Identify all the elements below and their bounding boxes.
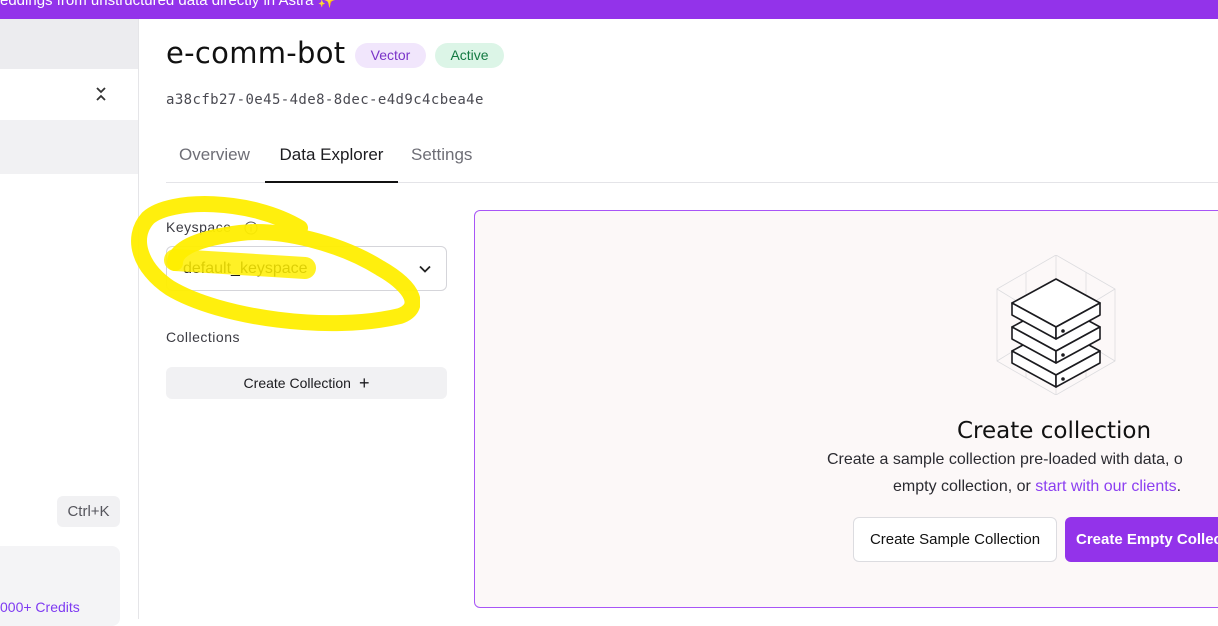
vector-badge: Vector [355,43,426,68]
banner-text: eddings from unstructured data directly … [0,0,337,9]
credits-link[interactable]: 000+ Credits [0,599,80,615]
clients-link[interactable]: start with our clients [1035,478,1176,495]
database-id: a38cfb27-0e45-4de8-8dec-e4d9c4cbea4e [166,92,484,108]
create-sample-collection-button[interactable]: Create Sample Collection [853,517,1057,562]
sidebar: Ctrl+K 000+ Credits [0,19,139,626]
sidebar-active-item[interactable] [0,120,138,174]
search-shortcut-badge[interactable]: Ctrl+K [57,496,120,527]
tab-settings[interactable]: Settings [411,142,472,183]
create-collection-label: Create Collection [243,375,351,391]
sidebar-header [0,19,138,69]
description-prefix: empty collection, or [893,478,1036,495]
chevron-up-down-icon[interactable] [94,83,108,105]
chevron-down-icon [419,265,431,273]
collections-label: Collections [166,329,240,345]
empty-state-description: Create a sample collection pre-loaded wi… [827,451,1183,468]
keyspace-select[interactable]: default_keyspace [166,246,447,291]
tab-bar: Overview Data Explorer Settings [166,142,1218,183]
create-empty-collection-button[interactable]: Create Empty Collec [1065,517,1218,562]
keyspace-label: Keyspace [166,219,232,235]
create-collection-button[interactable]: Create Collection + [166,367,447,399]
page-title: e-comm-bot [166,36,346,70]
description-suffix: . [1176,478,1182,495]
empty-state-panel: Create collection Create a sample collec… [474,210,1218,608]
database-stack-icon [996,255,1116,395]
tab-data-explorer[interactable]: Data Explorer [265,142,398,183]
plus-icon: + [358,373,370,393]
tab-overview[interactable]: Overview [179,142,250,183]
status-badge: Active [435,43,504,68]
empty-state-title: Create collection [957,418,1152,444]
info-icon[interactable] [244,221,258,235]
sidebar-org-selector[interactable] [0,69,138,120]
keyspace-value: default_keyspace [183,260,308,277]
empty-state-description-line2: empty collection, or start with our clie… [893,478,1181,496]
announcement-banner[interactable]: eddings from unstructured data directly … [0,0,1218,19]
